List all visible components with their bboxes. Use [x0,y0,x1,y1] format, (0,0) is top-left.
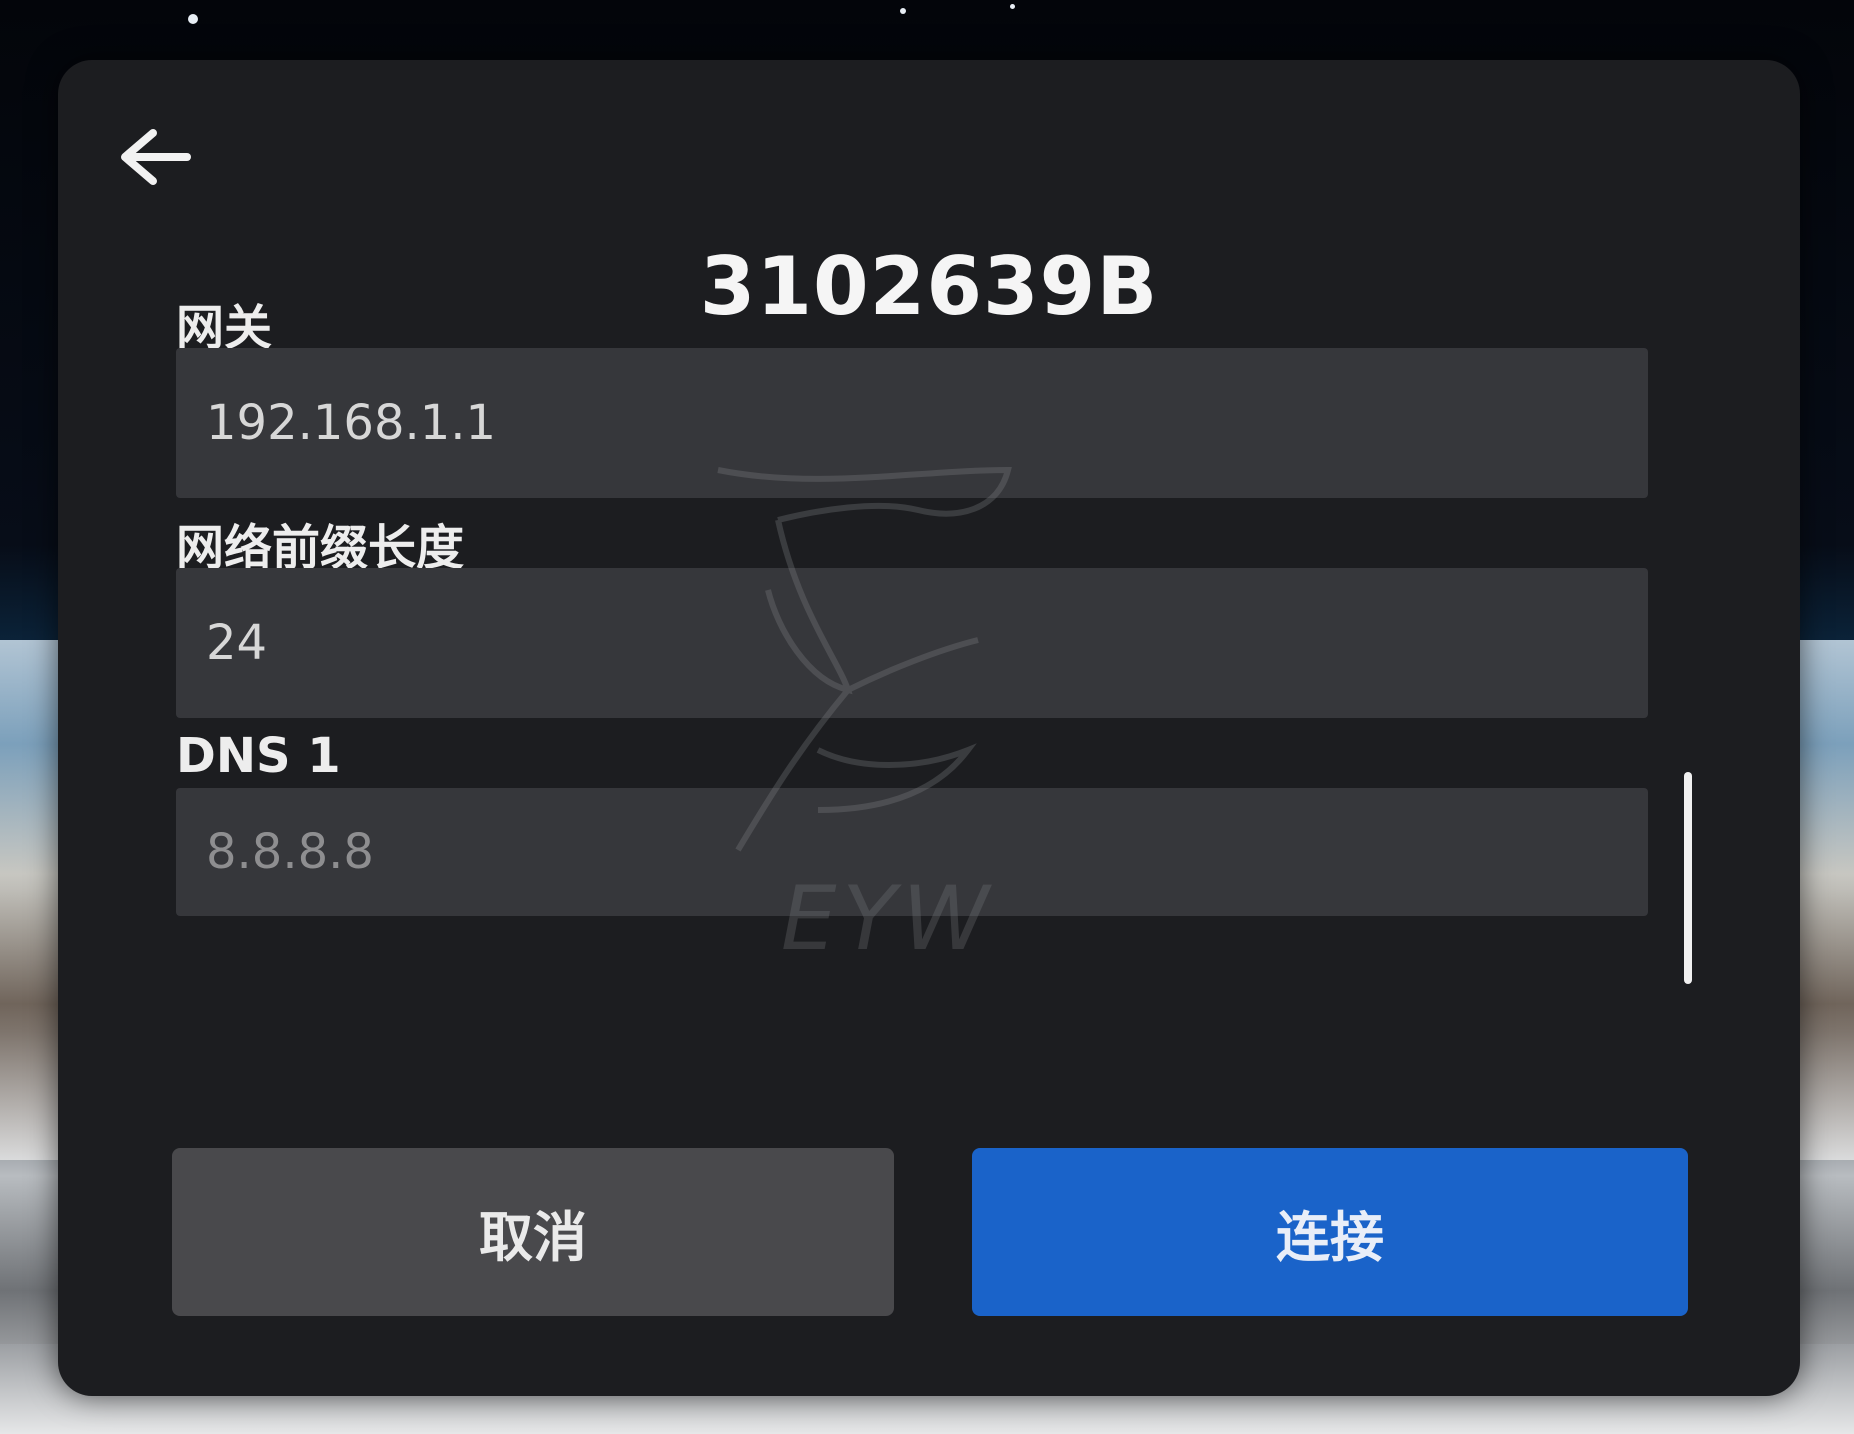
gateway-input[interactable]: 192.168.1.1 [176,348,1648,498]
back-button[interactable] [100,102,210,212]
connect-button-label: 连接 [1276,1205,1384,1269]
dns1-placeholder: 8.8.8.8 [206,824,374,880]
network-name-title: 3102639B [699,240,1159,333]
network-settings-dialog: 3102639B 网关 192.168.1.1 网络前缀长度 24 DNS 1 … [58,60,1800,1396]
dns1-input[interactable]: 8.8.8.8 [176,788,1648,916]
scrollbar[interactable] [1684,772,1692,984]
cancel-button-label: 取消 [479,1205,587,1269]
star [1010,4,1015,9]
cancel-button[interactable]: 取消 [172,1148,894,1316]
dns1-label: DNS 1 [176,728,341,784]
star [188,14,198,24]
prefix-length-input[interactable]: 24 [176,568,1648,718]
gateway-value: 192.168.1.1 [206,395,497,451]
vr-environment-background: 3102639B 网关 192.168.1.1 网络前缀长度 24 DNS 1 … [0,0,1854,1434]
connect-button[interactable]: 连接 [972,1148,1688,1316]
arrow-left-icon [121,129,191,185]
prefix-length-value: 24 [206,615,268,671]
star [900,8,906,14]
